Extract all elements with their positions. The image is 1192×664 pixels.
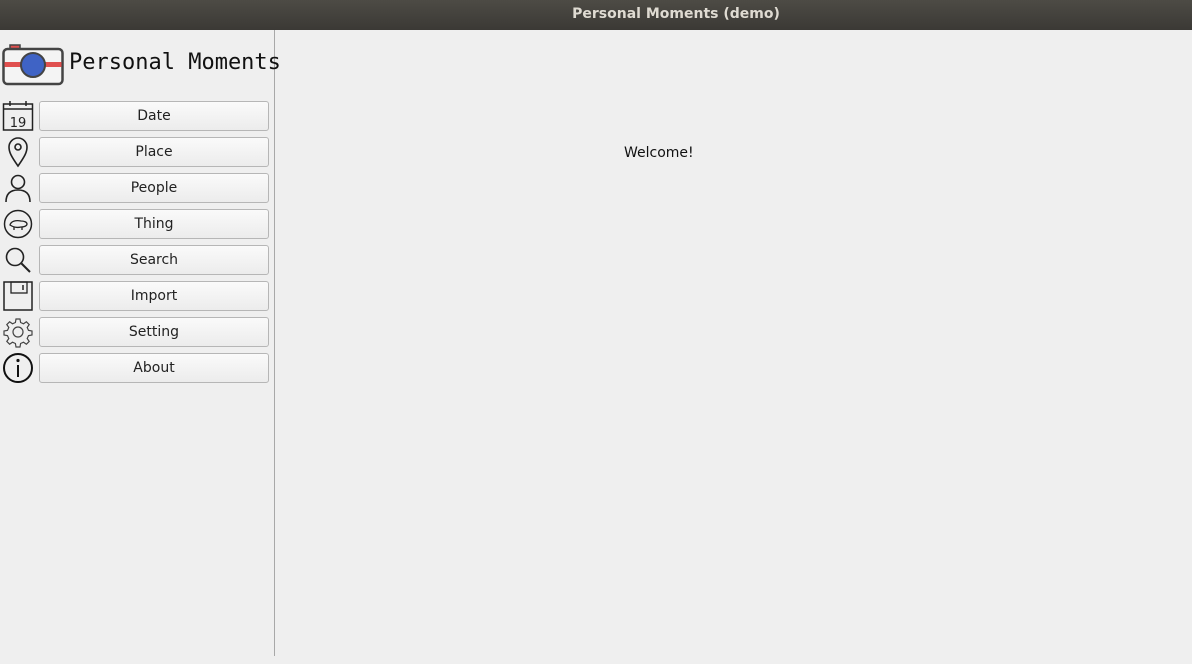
info-icon — [3, 353, 33, 383]
floppy-disk-icon — [3, 281, 33, 311]
thing-button[interactable]: Thing — [39, 209, 269, 239]
nav-row-date: 19 Date — [0, 100, 272, 132]
search-button[interactable]: Search — [39, 245, 269, 275]
nav-row-search: Search — [0, 244, 272, 276]
nav-row-about: About — [0, 352, 272, 384]
setting-button[interactable]: Setting — [39, 317, 269, 347]
camera-icon — [2, 44, 64, 86]
thing-icon — [3, 209, 33, 239]
sidebar: Personal Moments 19 Date Place People Th… — [0, 30, 281, 656]
person-icon — [5, 174, 31, 203]
window-titlebar[interactable]: Personal Moments (demo) — [0, 0, 1192, 30]
nav-row-people: People — [0, 172, 272, 204]
about-button[interactable]: About — [39, 353, 269, 383]
nav-row-setting: Setting — [0, 316, 272, 348]
app-logo-row: Personal Moments — [2, 44, 281, 86]
place-button[interactable]: Place — [39, 137, 269, 167]
nav-row-thing: Thing — [0, 208, 272, 240]
calendar-day-number: 19 — [10, 116, 27, 131]
location-pin-icon — [8, 137, 28, 168]
app-name: Personal Moments — [69, 50, 281, 75]
import-button[interactable]: Import — [39, 281, 269, 311]
window-title: Personal Moments (demo) — [572, 6, 780, 22]
main-content: Welcome! — [276, 30, 1192, 664]
people-button[interactable]: People — [39, 173, 269, 203]
search-icon — [5, 247, 31, 273]
welcome-message: Welcome! — [624, 145, 694, 161]
gear-icon — [3, 318, 33, 348]
nav-row-import: Import — [0, 280, 272, 312]
date-button[interactable]: Date — [39, 101, 269, 131]
nav-row-place: Place — [0, 136, 272, 168]
calendar-icon: 19 — [2, 101, 34, 131]
